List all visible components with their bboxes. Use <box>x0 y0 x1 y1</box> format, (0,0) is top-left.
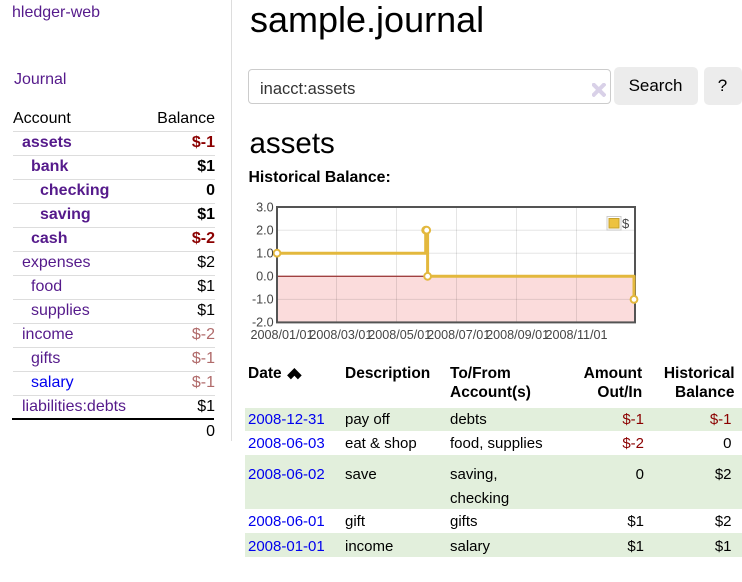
svg-text:-1.0: -1.0 <box>252 293 274 307</box>
svg-text:3.0: 3.0 <box>256 200 274 214</box>
svg-text:1.0: 1.0 <box>256 247 274 261</box>
svg-text:2008/01/01: 2008/01/01 <box>250 328 313 342</box>
svg-text:2.0: 2.0 <box>256 224 274 238</box>
svg-text:2008/11/01: 2008/11/01 <box>545 328 607 342</box>
svg-text:0.0: 0.0 <box>256 270 274 284</box>
svg-text:2008/07/01: 2008/07/01 <box>427 328 490 342</box>
svg-text:2008/09/01: 2008/09/01 <box>486 328 549 342</box>
svg-text:2008/05/01: 2008/05/01 <box>368 328 431 342</box>
svg-text:2008/03/01: 2008/03/01 <box>309 328 372 342</box>
svg-text:$: $ <box>622 216 630 231</box>
